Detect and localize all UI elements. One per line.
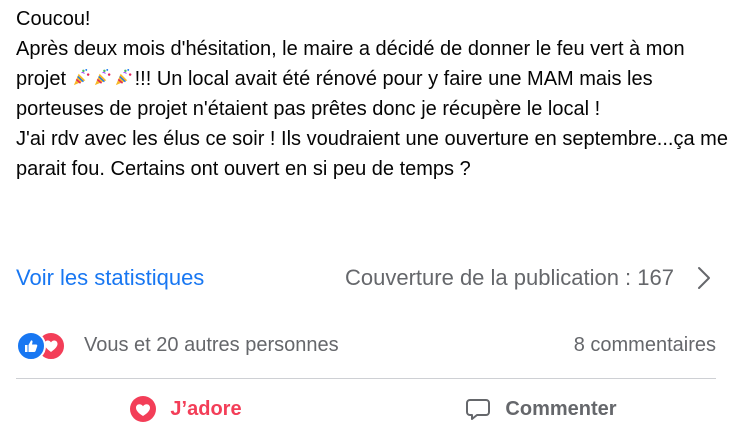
- like-icon: [16, 331, 46, 361]
- party-popper-icon: [73, 68, 89, 86]
- insights-row: Voir les statistiques Couverture de la p…: [16, 262, 716, 294]
- love-reaction-button[interactable]: J’adore: [61, 388, 311, 430]
- reaction-names[interactable]: Vous et 20 autres personnes: [84, 330, 339, 360]
- action-bar: J’adore Commenter: [16, 388, 716, 430]
- reactions-summary: Vous et 20 autres personnes 8 commentair…: [16, 330, 716, 361]
- comment-icon: [466, 399, 491, 420]
- party-popper-icon: [115, 68, 131, 86]
- divider: [16, 378, 716, 379]
- post-paragraph-1: Après deux mois d'hésitation, le maire a…: [16, 34, 728, 124]
- post-line-greeting: Coucou!: [16, 8, 91, 30]
- comment-count[interactable]: 8 commentaires: [574, 330, 716, 360]
- reaction-icons[interactable]: [16, 331, 76, 361]
- post-body: Coucou! Après deux mois d'hésitation, le…: [16, 4, 728, 184]
- comment-button[interactable]: Commenter: [416, 388, 666, 430]
- heart-icon: [130, 396, 157, 422]
- post-paragraph-2: J'ai rdv avec les élus ce soir ! Ils vou…: [16, 128, 728, 180]
- view-insights-link[interactable]: Voir les statistiques: [16, 262, 204, 294]
- post-reach-label: Couverture de la publication : 167: [345, 265, 674, 290]
- chevron-right-icon[interactable]: [696, 266, 712, 290]
- comment-label: Commenter: [505, 397, 617, 420]
- party-popper-icon: [94, 68, 110, 86]
- love-reaction-label: J’adore: [170, 397, 242, 420]
